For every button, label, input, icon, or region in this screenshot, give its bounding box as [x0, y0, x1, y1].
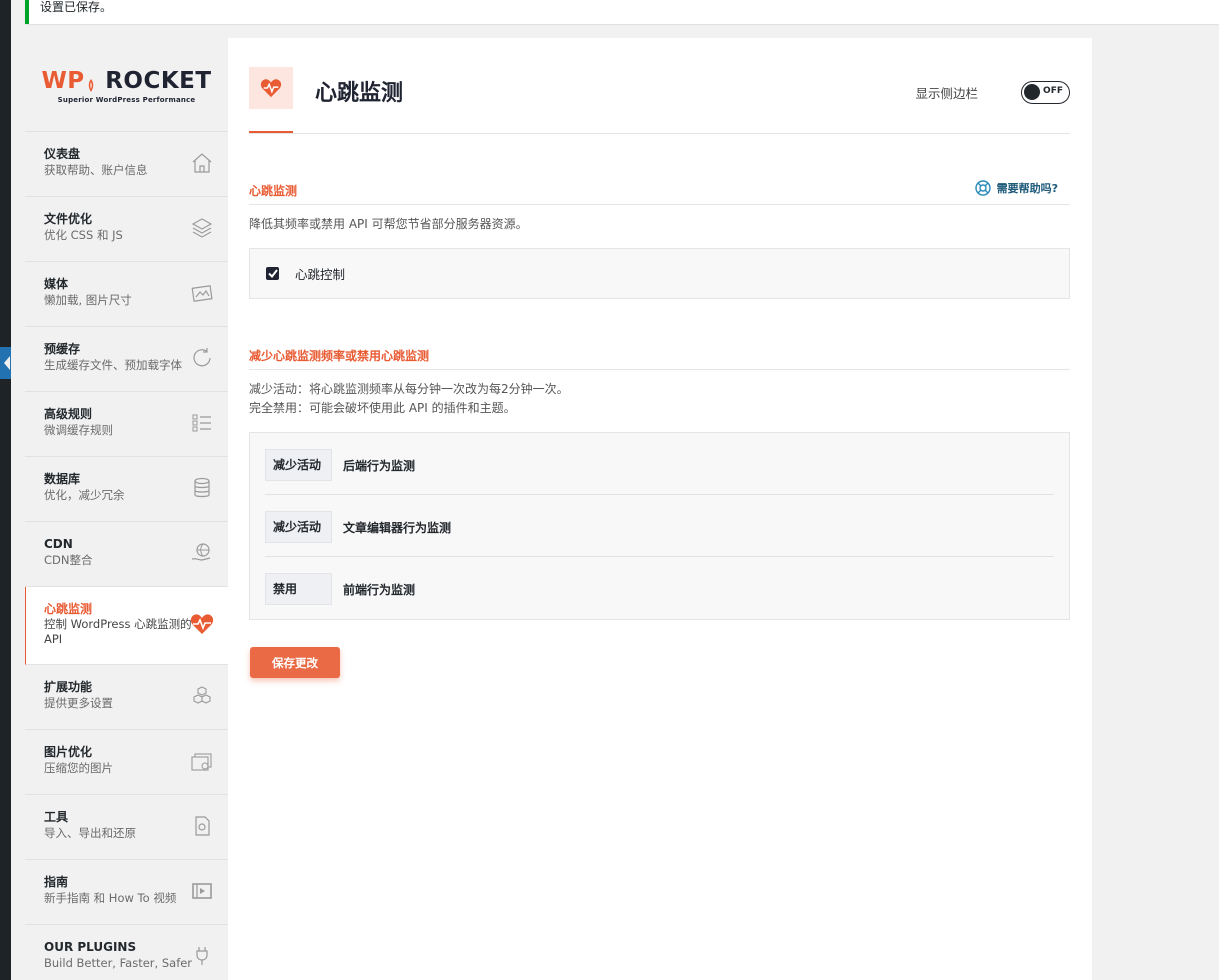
sidebar-menu: 仪表盘 获取帮助、账户信息 文件优化 优化 CSS 和 JS 媒体 懒加载, 图片尺寸 预缓… — [25, 132, 228, 980]
sidebar-item-7[interactable]: 心跳监测 控制 WordPress 心跳监测的 API — [25, 587, 228, 665]
sidebar-item-subtitle: 新手指南 和 How To 视频 — [44, 891, 177, 905]
database-icon — [194, 477, 210, 498]
sidebar-item-5[interactable]: 数据库优化，减少冗余 — [25, 457, 228, 522]
help-link-text: 需要帮助吗? — [996, 182, 1058, 195]
sidebar-item-1[interactable]: 文件优化优化 CSS 和 JS — [25, 197, 228, 262]
frontend-behavior-select[interactable]: 禁用 — [265, 573, 332, 605]
sidebar-toggle[interactable]: OFF — [1021, 81, 1070, 104]
post-editor-behavior-label: 文章编辑器行为监测 — [343, 521, 452, 535]
toggle-state-text: OFF — [1043, 86, 1063, 96]
sidebar-item-subtitle: 优化，减少冗余 — [44, 488, 125, 502]
frequency-description-line1: 减少活动：将心跳监测频率从每分钟一次改为每2分钟一次。 — [249, 382, 569, 396]
heartbeat-control-row: 心跳控制 — [250, 249, 1069, 297]
sidebar-item-9[interactable]: 图片优化压缩您的图片 — [25, 730, 228, 795]
sidebar-item-8[interactable]: 扩展功能提供更多设置 — [25, 665, 228, 730]
sidebar-item-10[interactable]: 工具导入、导出和还原 — [25, 795, 228, 860]
heartbeat-control-label: 心跳控制 — [295, 266, 346, 282]
sidebar-item-title: 媒体 — [44, 277, 69, 291]
header-tab-underline — [249, 131, 293, 133]
current-menu-arrow-icon — [0, 347, 11, 379]
sidebar-item-0[interactable]: 仪表盘获取帮助、账户信息 — [25, 132, 228, 197]
heartbeat-icon — [190, 614, 214, 634]
sidebar-item-2[interactable]: 媒体懒加载, 图片尺寸 — [25, 262, 228, 327]
wp-admin-menu-strip — [0, 0, 11, 980]
wp-rocket-logo: WP ROCKET Superior WordPress Performance — [25, 38, 228, 132]
sidebar-item-title: 图片优化 — [44, 745, 93, 759]
sidebar-item-subtitle: CDN整合 — [44, 553, 93, 567]
image-icon — [191, 285, 213, 302]
sidebar-item-12[interactable]: OUR PLUGINS Build Better, Faster, Safer — [25, 925, 228, 980]
page-title: 心跳监测 — [315, 81, 404, 106]
toggle-knob — [1024, 84, 1040, 100]
sidebar-item-subtitle: 生成缓存文件、预加载字体 — [44, 358, 182, 372]
home-icon — [192, 153, 212, 173]
globe-hand-icon — [191, 543, 211, 561]
sidebar-item-subtitle: 控制 WordPress 心跳监测的 API — [44, 617, 192, 646]
sidebar-item-title: 工具 — [44, 810, 69, 824]
sidebar-item-subtitle: Build Better, Faster, Safer — [44, 956, 193, 970]
sidebar-item-6[interactable]: CDN CDN整合 — [25, 522, 228, 587]
tools-icon — [195, 816, 210, 836]
sidebar-item-3[interactable]: 预缓存生成缓存文件、预加载字体 — [25, 327, 228, 392]
sidebar-item-title: 心跳监测 — [44, 602, 93, 616]
frontend-behavior-row: 禁用 前端行为监测 — [265, 557, 1054, 619]
sidebar-item-title: 文件优化 — [44, 212, 93, 226]
sidebar-item-subtitle: 获取帮助、账户信息 — [44, 163, 148, 177]
layers-icon — [191, 218, 213, 238]
heartbeat-section-header: 心跳监测 需要帮助吗? — [249, 180, 1070, 205]
sidebar-item-title: 仪表盘 — [44, 147, 81, 161]
sidebar-item-11[interactable]: 指南新手指南 和 How To 视频 — [25, 860, 228, 925]
sidebar-item-subtitle: 懒加载, 图片尺寸 — [44, 293, 132, 307]
heartbeat-control-box: 心跳控制 — [249, 248, 1070, 299]
sidebar-item-title: OUR PLUGINS — [44, 940, 137, 954]
logo-tagline: Superior WordPress Performance — [57, 95, 196, 104]
notice-text: 设置已保存。 — [40, 0, 113, 14]
sidebar-item-title: 预缓存 — [44, 342, 81, 356]
frontend-behavior-label: 前端行为监测 — [343, 583, 416, 597]
logo-wordmark: WP ROCKET — [41, 67, 212, 94]
images-icon — [191, 753, 212, 771]
sidebar-item-title: 扩展功能 — [44, 680, 93, 694]
sidebar-item-subtitle: 优化 CSS 和 JS — [44, 228, 123, 242]
sidebar-item-subtitle: 微调缓存规则 — [44, 423, 113, 437]
sidebar-item-title: CDN — [44, 537, 73, 551]
frequency-section-header: 减少心跳监测频率或禁用心跳监测 — [249, 345, 1070, 370]
save-changes-button[interactable]: 保存更改 — [250, 647, 340, 678]
backend-behavior-select[interactable]: 减少活动 — [265, 449, 332, 481]
sidebar-item-subtitle: 压缩您的图片 — [44, 761, 113, 775]
settings-saved-notice: 设置已保存。 — [25, 0, 1219, 24]
checkmark-icon — [267, 268, 278, 278]
sidebar-toggle-label: 显示侧边栏 — [915, 86, 978, 101]
refresh-icon — [193, 348, 211, 367]
backend-behavior-row: 减少活动 后端行为监测 — [265, 433, 1054, 495]
sidebar-item-subtitle: 提供更多设置 — [44, 696, 113, 710]
rocket-flame-icon — [88, 78, 93, 92]
wp-rocket-sidebar: WP ROCKET Superior WordPress Performance… — [25, 38, 228, 980]
lifebuoy-icon — [974, 180, 991, 196]
section-description: 降低其频率或禁用 API 可帮您节省部分服务器资源。 — [249, 217, 528, 231]
main-panel: 心跳监测 显示侧边栏 OFF 心跳监测 需要帮助吗? 降低其频率或禁用 API … — [228, 38, 1092, 980]
section-title: 心跳监测 — [249, 184, 298, 198]
sidebar-item-title: 数据库 — [44, 472, 81, 486]
list-icon — [192, 414, 211, 432]
sidebar-item-title: 指南 — [44, 875, 69, 889]
cubes-icon — [193, 686, 211, 704]
post-editor-behavior-row: 减少活动 文章编辑器行为监测 — [265, 495, 1054, 557]
heartbeat-control-checkbox[interactable] — [266, 266, 279, 280]
sidebar-item-4[interactable]: 高级规则微调缓存规则 — [25, 392, 228, 457]
sidebar-item-subtitle: 导入、导出和还原 — [44, 826, 136, 840]
video-icon — [192, 883, 212, 899]
backend-behavior-label: 后端行为监测 — [343, 459, 416, 473]
page-header: 心跳监测 显示侧边栏 OFF — [249, 38, 1070, 134]
post-editor-behavior-select[interactable]: 减少活动 — [265, 511, 332, 543]
frequency-description-line2: 完全禁用：可能会破坏使用此 API 的插件和主题。 — [249, 401, 516, 415]
behavior-settings-box: 减少活动 后端行为监测 减少活动 文章编辑器行为监测 禁用 前端行为监测 — [249, 432, 1070, 620]
plug-icon — [196, 947, 208, 965]
header-heartbeat-icon — [249, 67, 293, 109]
sidebar-item-title: 高级规则 — [44, 407, 93, 421]
section-title: 减少心跳监测频率或禁用心跳监测 — [249, 349, 430, 363]
help-link[interactable]: 需要帮助吗? — [974, 180, 1058, 196]
